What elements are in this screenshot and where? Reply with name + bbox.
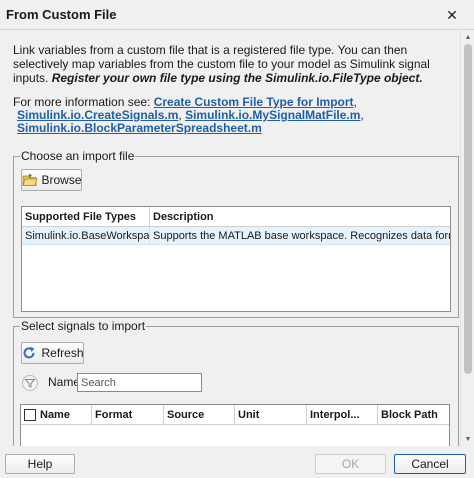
close-icon[interactable]: ✕ xyxy=(430,0,474,30)
filter-icon[interactable] xyxy=(22,375,38,391)
import-file-group: Choose an import file Browse Supported F… xyxy=(13,149,459,318)
refresh-button[interactable]: Refresh xyxy=(21,342,84,364)
table-header: Supported File Types Description xyxy=(22,207,450,227)
help-button[interactable]: Help xyxy=(5,454,75,474)
scroll-down-icon[interactable]: ▼ xyxy=(461,432,474,446)
select-all-checkbox[interactable] xyxy=(24,409,36,421)
title-bar: From Custom File ✕ xyxy=(0,0,474,30)
file-description-cell[interactable]: Supports the MATLAB base workspace. Reco… xyxy=(150,227,450,245)
file-type-cell[interactable]: Simulink.io.BaseWorkspace xyxy=(22,227,150,245)
scroll-up-icon[interactable]: ▲ xyxy=(461,30,474,44)
ok-button[interactable]: OK xyxy=(315,454,386,474)
link-separator: , xyxy=(353,95,357,109)
link-block-parameter-spreadsheet[interactable]: Simulink.io.BlockParameterSpreadsheet.m xyxy=(17,121,262,135)
window-title: From Custom File xyxy=(6,7,117,22)
column-header-supported-file-types[interactable]: Supported File Types xyxy=(22,207,150,227)
signals-table: Name Format Source Unit Interpol... Bloc… xyxy=(20,404,450,446)
link-my-signal-mat-file[interactable]: Simulink.io.MySignalMatFile.m xyxy=(185,108,360,122)
browse-button[interactable]: Browse xyxy=(21,169,82,191)
column-header-name[interactable]: Name xyxy=(21,405,92,425)
more-info-prefix: For more information see: xyxy=(13,95,154,109)
browse-label: Browse xyxy=(41,173,82,187)
column-header-description[interactable]: Description xyxy=(150,207,450,227)
file-types-table: Supported File Types Description Simulin… xyxy=(21,206,451,312)
more-info: For more information see: Create Custom … xyxy=(13,96,453,135)
column-header-source[interactable]: Source xyxy=(164,405,235,425)
column-header-format[interactable]: Format xyxy=(92,405,164,425)
link-create-signals[interactable]: Simulink.io.CreateSignals.m xyxy=(17,108,178,122)
vertical-scrollbar[interactable]: ▲ ▼ xyxy=(460,30,474,446)
cancel-button[interactable]: Cancel xyxy=(394,454,466,474)
refresh-icon xyxy=(21,345,37,361)
table-row[interactable]: Simulink.io.BaseWorkspace Supports the M… xyxy=(22,227,450,245)
scrollbar-thumb[interactable] xyxy=(464,44,472,374)
link-separator: , xyxy=(360,108,364,122)
dialog-footer: Help OK Cancel xyxy=(0,446,474,478)
name-filter-label: Name xyxy=(48,375,81,389)
description-text: Link variables from a custom file that i… xyxy=(13,43,453,85)
refresh-label: Refresh xyxy=(41,346,84,360)
folder-open-icon xyxy=(21,172,38,188)
import-file-legend: Choose an import file xyxy=(20,149,136,163)
search-input[interactable] xyxy=(77,373,202,392)
description-emphasis: Register your own file type using the Si… xyxy=(51,71,423,85)
column-header-name-label: Name xyxy=(40,409,70,421)
column-header-interpolation[interactable]: Interpol... xyxy=(307,405,378,425)
signals-table-header: Name Format Source Unit Interpol... Bloc… xyxy=(21,405,449,425)
column-header-block-path[interactable]: Block Path xyxy=(378,405,449,425)
column-header-unit[interactable]: Unit xyxy=(235,405,307,425)
link-create-custom-file-type[interactable]: Create Custom File Type for Import xyxy=(154,95,354,109)
signals-legend: Select signals to import xyxy=(20,319,147,333)
dialog-content: Link variables from a custom file that i… xyxy=(0,30,460,446)
